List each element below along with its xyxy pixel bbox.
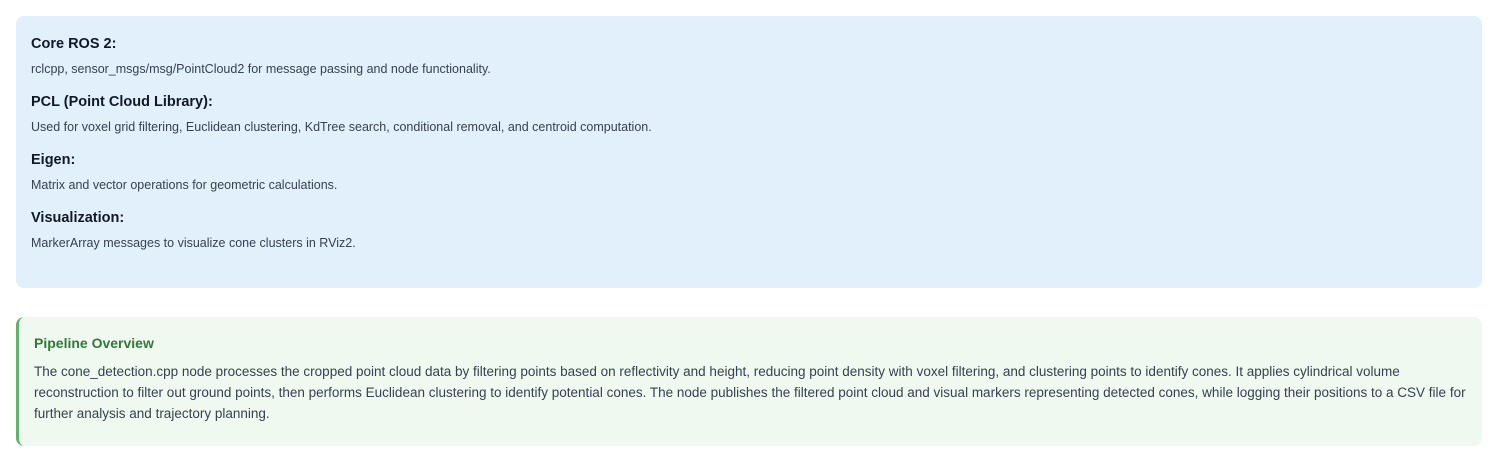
dependency-description: Used for voxel grid filtering, Euclidean… [31,120,652,134]
pipeline-overview-title: Pipeline Overview [34,335,154,351]
pipeline-overview-callout: Pipeline Overview The cone_detection.cpp… [16,317,1482,446]
dependency-title: PCL (Point Cloud Library): [31,94,213,110]
dependency-core-ros2: Core ROS 2: rclcpp, sensor_msgs/msg/Poin… [31,34,1467,78]
dependency-eigen: Eigen: Matrix and vector operations for … [31,150,1467,194]
dependency-title: Core ROS 2: [31,36,117,52]
dependency-description: Matrix and vector operations for geometr… [31,178,338,192]
dependency-title: Visualization: [31,210,125,226]
dependency-pcl: PCL (Point Cloud Library): Used for voxe… [31,92,1467,136]
dependencies-panel: Core ROS 2: rclcpp, sensor_msgs/msg/Poin… [16,16,1482,288]
dependency-description: rclcpp, sensor_msgs/msg/PointCloud2 for … [31,62,491,76]
dependency-title: Eigen: [31,152,76,168]
pipeline-overview-text: The cone_detection.cpp node processes th… [34,364,1466,421]
dependency-description: MarkerArray messages to visualize cone c… [31,236,356,250]
dependency-visualization: Visualization: MarkerArray messages to v… [31,208,1467,252]
